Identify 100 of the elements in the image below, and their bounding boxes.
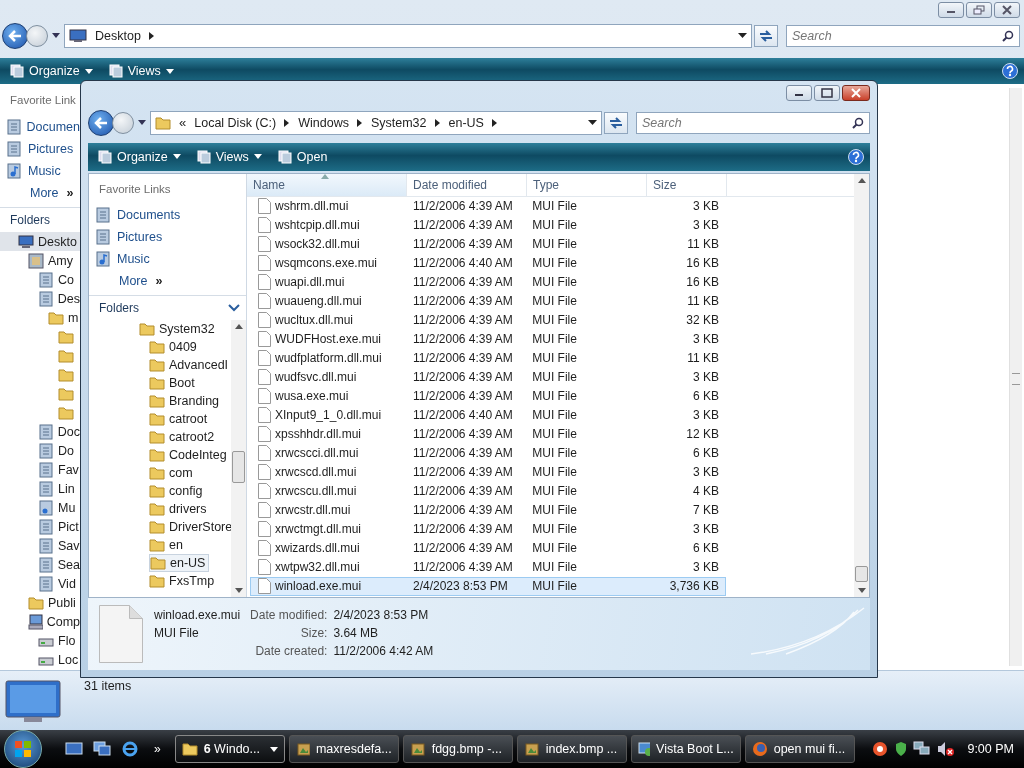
tree-item[interactable]: Doc [0,422,80,441]
favorite-link[interactable]: Pictures [89,225,246,248]
column-header[interactable]: Date modified [407,173,527,196]
tree-item[interactable]: DriverStore [149,517,231,536]
file-row[interactable]: xrwcscu.dll.mui 11/2/2006 4:39 AM MUI File 4 KB [250,481,726,501]
tree-item[interactable]: config [149,481,206,500]
refresh-button[interactable] [604,111,628,134]
tree-item[interactable]: System32 [139,319,218,338]
file-row[interactable]: xrwcscd.dll.mui 11/2/2006 4:39 AM MUI File 3 KB [250,462,726,482]
minimize-button[interactable] [938,2,964,18]
caret-icon[interactable] [588,119,597,126]
chevron-icon[interactable] [228,303,240,312]
breadcrumb[interactable]: Windows [298,115,349,130]
scroll-thumb[interactable] [855,566,868,582]
tree-item[interactable]: Deskto [0,232,80,251]
file-row[interactable]: WUDFHost.exe.mui 11/2/2006 4:39 AM MUI File 3 KB [250,329,726,349]
tree-item[interactable]: Pict [0,517,80,536]
toolbar-button[interactable]: Views [104,62,178,80]
scroll-thumb[interactable] [232,450,245,483]
scroll-up-icon[interactable] [234,323,243,329]
taskbar-button[interactable]: Vista Boot L... [630,735,741,763]
scroll-down-icon[interactable] [234,588,243,593]
taskbar-button[interactable]: open mui fi... [744,735,855,763]
file-row[interactable]: xrwctmgt.dll.mui 11/2/2006 4:39 AM MUI File 3 KB [250,519,726,539]
toolbar-button[interactable]: Open [273,147,332,166]
minimize-button[interactable] [786,85,812,101]
close-button[interactable] [994,2,1020,18]
favorite-link[interactable]: Documen [0,116,80,138]
caret-icon[interactable] [738,33,747,39]
more-link[interactable]: More » [0,182,80,204]
caret-icon[interactable] [138,119,146,126]
scroll-grip[interactable] [1012,373,1020,385]
file-row[interactable]: xrwcscci.dll.mui 11/2/2006 4:39 AM MUI File 6 KB [250,443,726,463]
address-bar[interactable]: Desktop [64,24,752,48]
refresh-button[interactable] [754,25,778,47]
help-icon[interactable] [1002,63,1018,79]
back-button[interactable] [88,109,114,136]
tree-item[interactable]: Des [0,289,80,308]
tree-item[interactable]: 0409 [149,337,200,356]
tree-item[interactable]: AdvancedI [149,355,231,374]
scrollbar[interactable] [854,173,869,597]
toolbar-button[interactable]: Views [192,147,266,166]
switch-windows-icon[interactable] [93,741,111,757]
tree-item[interactable]: com [149,463,196,482]
shield-icon[interactable] [895,741,908,757]
scroll-down-icon[interactable] [857,588,866,593]
file-row[interactable]: wucltux.dll.mui 11/2/2006 4:39 AM MUI File 32 KB [250,310,726,330]
tree-item[interactable]: en-US [149,553,210,572]
tree-item[interactable]: CodeInteg [149,445,230,464]
help-icon[interactable] [848,148,864,165]
address-bar[interactable]: « Local Disk (C:) Windows System32 en-US [150,110,602,135]
file-row[interactable]: wudfsvc.dll.mui 11/2/2006 4:39 AM MUI File 3 KB [250,367,726,387]
file-row[interactable]: wshtcpip.dll.mui 11/2/2006 4:39 AM MUI File 3 KB [250,215,726,235]
tree-item[interactable]: drivers [149,499,210,518]
favorite-link[interactable]: Pictures [0,138,80,160]
favorite-link[interactable]: Music [0,160,80,182]
tree-item[interactable]: catroot2 [149,427,218,446]
search-field[interactable]: Search [636,111,870,134]
tree-item[interactable]: Mu [0,498,80,517]
breadcrumb[interactable]: en-US [448,115,484,130]
tree-item[interactable]: Do [0,441,80,460]
taskbar-button[interactable]: 6 Windo... [174,735,285,763]
file-row[interactable]: wsock32.dll.mui 11/2/2006 4:39 AM MUI File 11 KB [250,234,726,254]
more-link[interactable]: More » [89,269,246,292]
close-button[interactable] [842,85,870,101]
more-button[interactable]: » [154,742,161,756]
file-row[interactable]: wudfplatform.dll.mui 11/2/2006 4:39 AM MUI File 11 KB [250,348,726,368]
search-icon[interactable] [1002,30,1014,42]
show-desktop-icon[interactable] [65,741,83,757]
search-icon[interactable] [852,116,864,129]
scrollbar[interactable] [1009,88,1022,666]
tree-item[interactable]: Vid [0,574,80,593]
browser-icon[interactable] [121,740,139,758]
tree-item[interactable]: Loc [0,650,80,669]
tree-item[interactable]: FxsTmp [149,571,218,590]
tree-item[interactable]: Amy [0,251,80,270]
file-row[interactable]: wuapi.dll.mui 11/2/2006 4:39 AM MUI File 16 KB [250,272,726,292]
tree-item[interactable]: Sav [0,536,80,555]
file-row[interactable]: xwizards.dll.mui 11/2/2006 4:39 AM MUI File 6 KB [250,538,726,558]
toolbar-button[interactable]: Organize [94,147,185,166]
taskbar-button[interactable]: fdgg.bmp -... [402,735,513,763]
tree-item[interactable]: Sea [0,555,80,574]
tree-item[interactable]: catroot [149,409,211,428]
file-row[interactable]: xrwcstr.dll.mui 11/2/2006 4:39 AM MUI File 7 KB [250,500,726,520]
maximize-button[interactable] [814,85,840,101]
taskbar-button[interactable]: maxresdefa... [288,735,399,763]
tree-item[interactable]: Comp [0,612,80,631]
tree-item[interactable]: Co [0,270,80,289]
file-row[interactable]: winload.exe.mui 2/4/2023 8:53 PM MUI File 3,736 KB [250,576,726,596]
restore-button[interactable] [966,2,992,18]
favorite-link[interactable]: Music [89,247,246,270]
tree-item[interactable]: m [0,308,80,327]
network-icon[interactable] [913,741,932,757]
column-header[interactable]: Name [247,173,407,196]
file-row[interactable]: wuaueng.dll.mui 11/2/2006 4:39 AM MUI File 11 KB [250,291,726,311]
overflow-chevron[interactable]: « [179,115,187,131]
file-row[interactable]: wsqmcons.exe.mui 11/2/2006 4:40 AM MUI File 16 KB [250,253,726,273]
scroll-up-icon[interactable] [857,177,866,183]
start-button[interactable] [4,730,42,768]
taskbar-button[interactable]: index.bmp ... [516,735,627,763]
